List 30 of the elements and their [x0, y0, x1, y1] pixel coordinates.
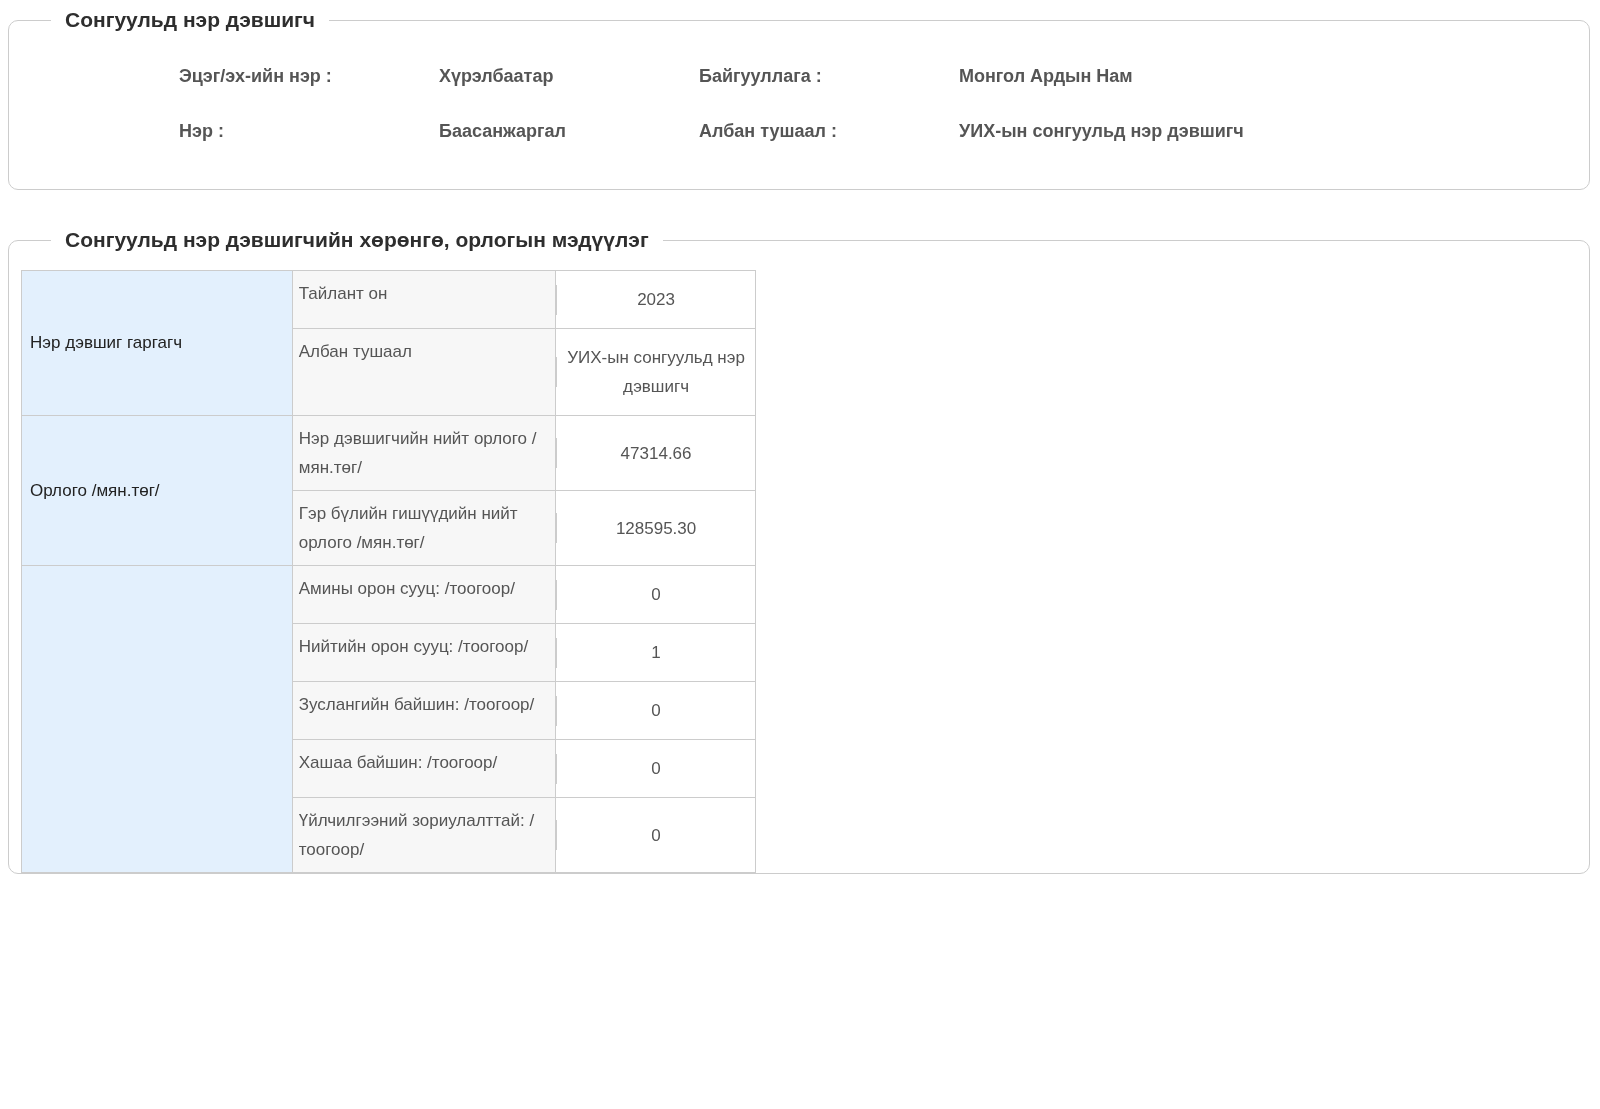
cell-value: УИХ-ын сонгуульд нэр дэвшигч — [566, 347, 746, 398]
field-label: Нэр : — [179, 121, 225, 142]
table-cell: Нийтийн орон сууц: /тоогоор/ — [292, 623, 556, 682]
field-value: Хүрэлбаатар — [439, 66, 555, 87]
field-value: Баасанжаргал — [439, 121, 567, 142]
group-cell: Орлого /мян.төг/ — [21, 415, 293, 566]
table-cell: Гэр бүлийн гишүүдийн нийт орлого /мян.төг/ — [292, 490, 556, 566]
table-cell: Албан тушаал — [292, 328, 556, 416]
group-cell: Нэр дэвшиг гаргагч — [21, 270, 293, 416]
table-cell: Хашаа байшин: /тоогоор/ — [292, 739, 556, 798]
table-cell: Нэр дэвшигчийн нийт орлого /мян.төг/ — [292, 415, 556, 491]
field-value: Монгол Ардын Нам — [959, 66, 1134, 87]
cell-value: 0 — [650, 758, 662, 780]
cell-value: 0 — [650, 824, 662, 847]
cell-value: 47314.66 — [619, 442, 693, 465]
table-cell: Амины орон сууц: /тоогоор/ — [292, 565, 556, 624]
field-label: Байгууллага : — [699, 66, 823, 87]
field-value: УИХ-ын сонгуульд нэр дэвшигч — [959, 121, 1245, 142]
section-title: Сонгуульд нэр дэвшигч — [64, 8, 317, 32]
table-cell: Зуслангийн байшин: /тоогоор/ — [292, 681, 556, 740]
table-cell: Үйлчилгээний зориулалттай: /тоогоор/ — [292, 797, 556, 873]
field-label: Эцэг/эх-ийн нэр : — [179, 66, 333, 87]
cell-value: 1 — [650, 642, 662, 664]
cell-value: 2023 — [636, 289, 676, 311]
cell-value: 0 — [650, 584, 662, 606]
cell-value: 128595.30 — [614, 517, 698, 540]
cell-value: 0 — [650, 700, 662, 722]
section-title: Сонгуульд нэр дэвшигчийн хөрөнгө, орлогын мэдүүлэг — [64, 228, 650, 252]
field-label: Албан тушаал : — [699, 121, 838, 142]
table-cell: Тайлант он — [292, 270, 556, 329]
